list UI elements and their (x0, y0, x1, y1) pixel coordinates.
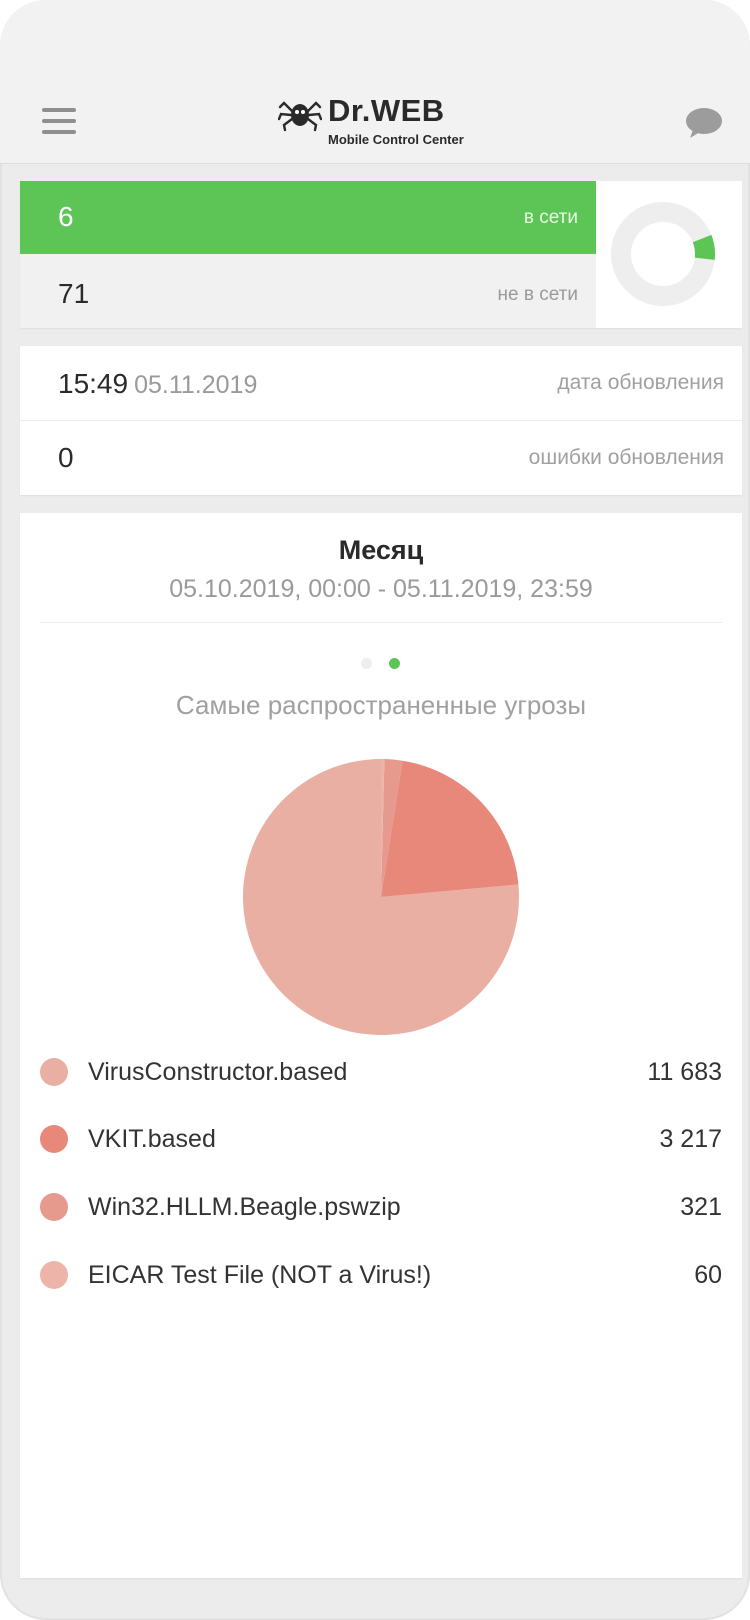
pie-slice[interactable] (381, 760, 519, 897)
update-errors-count: 0 (58, 442, 74, 473)
update-time: 15:49 05.11.2019 (58, 368, 257, 400)
page-indicator[interactable] (361, 658, 401, 670)
online-count: 6 (58, 201, 74, 232)
update-date-row[interactable]: 15:49 05.11.2019 дата обновления (20, 346, 742, 420)
online-label: в сети (523, 207, 578, 228)
legend-item[interactable]: EICAR Test File (NOT a Virus!) 60 (20, 1250, 742, 1300)
legend-item[interactable]: VKIT.based 3 217 (20, 1114, 742, 1164)
update-time-value: 15:49 (58, 368, 129, 399)
period-range: 05.10.2019, 00:00 - 05.11.2019, 23:59 (169, 575, 593, 603)
brand-logo: Dr.WEB Mobile Control Center (278, 93, 488, 150)
page-dot-2[interactable] (389, 658, 400, 669)
legend-threat-name: VirusConstructor.based (88, 1058, 348, 1086)
legend-item[interactable]: Win32.HLLM.Beagle.pswzip 321 (20, 1182, 742, 1232)
threats-card[interactable]: Месяц 05.10.2019, 00:00 - 05.11.2019, 23… (20, 513, 742, 1578)
chat-bubble-icon[interactable] (684, 106, 724, 140)
online-row[interactable]: 6 в сети (20, 181, 596, 254)
legend-threat-count: 60 (694, 1261, 722, 1289)
threats-pie-chart[interactable] (240, 756, 522, 1038)
legend-threat-name: VKIT.based (88, 1125, 216, 1153)
offline-count: 71 (58, 278, 90, 309)
phone-frame: Dr.WEB Mobile Control Center 6 в сети 71… (0, 0, 750, 1620)
brand-name: Dr.WEB (328, 93, 445, 128)
page-dot-1[interactable] (361, 658, 372, 669)
update-date-label: дата обновления (557, 371, 724, 394)
status-donut-chart (596, 181, 742, 328)
update-date-value: 05.11.2019 (134, 371, 258, 399)
brand-subtitle: Mobile Control Center (328, 132, 464, 147)
chart-title: Самые распространенные угрозы (175, 690, 587, 720)
device-status-card[interactable]: 6 в сети 71 не в сети (20, 181, 742, 328)
legend-threat-count: 321 (680, 1193, 722, 1221)
legend-threat-name: EICAR Test File (NOT a Virus!) (88, 1261, 432, 1289)
divider (40, 622, 722, 623)
offline-row[interactable]: 71 не в сети (20, 254, 596, 328)
legend-color-dot (40, 1058, 68, 1086)
legend-color-dot (40, 1193, 68, 1221)
donut-track (611, 202, 715, 306)
legend-item[interactable]: VirusConstructor.based 11 683 (20, 1047, 742, 1097)
update-errors-row[interactable]: ошибки обновления (20, 420, 742, 495)
update-errors-label: ошибки обновления (528, 446, 724, 469)
legend-color-dot (40, 1125, 68, 1153)
hamburger-menu-icon[interactable] (42, 108, 76, 136)
donut-online-segment (692, 234, 715, 260)
app-header: Dr.WEB Mobile Control Center (0, 0, 750, 164)
legend-color-dot (40, 1261, 68, 1289)
update-card[interactable]: 15:49 05.11.2019 дата обновления ошибки о… (20, 346, 742, 495)
spider-logo-icon (278, 101, 322, 132)
legend-threat-count: 11 683 (647, 1058, 722, 1086)
offline-label: не в сети (497, 284, 578, 305)
legend-threat-name: Win32.HLLM.Beagle.pswzip (88, 1193, 401, 1221)
period-title: Месяц (338, 535, 424, 565)
legend-threat-count: 3 217 (659, 1125, 722, 1153)
